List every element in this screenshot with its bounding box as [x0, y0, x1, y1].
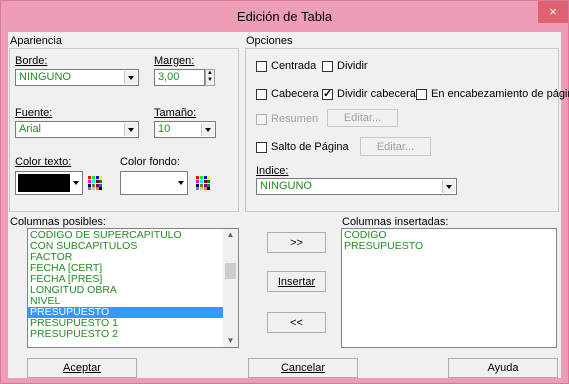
borde-value: NINGUNO [19, 71, 71, 83]
margen-label: Margen: [154, 55, 195, 67]
fuente-label: Fuente: [15, 107, 53, 119]
chevron-down-icon[interactable] [124, 71, 137, 84]
apariencia-group-label: Apariencia [10, 35, 62, 47]
dialog-client-area: Apariencia Borde: NINGUNO Margen: 3,00 ▲… [8, 32, 569, 378]
spin-down-icon[interactable]: ▼ [206, 77, 214, 84]
color-fondo-swatch [123, 174, 175, 192]
dialog-window: Edición de Tabla × Apariencia Borde: NIN… [0, 0, 569, 384]
add-all-label: >> [290, 236, 303, 249]
insertar-label: Insertar [277, 275, 316, 288]
resumen-checkbox[interactable] [256, 114, 267, 125]
centrada-checkbox[interactable] [256, 61, 267, 72]
cabecera-label: Cabecera [271, 88, 319, 100]
encabezamiento-checkbox[interactable] [416, 89, 427, 100]
columnas-insertadas-list[interactable]: CODIGO PRESUPUESTO [341, 228, 557, 348]
indice-select[interactable]: NINGUNO [256, 178, 457, 195]
columnas-posibles-label: Columnas posibles: [10, 216, 106, 228]
ayuda-label: Ayuda [487, 362, 519, 374]
scroll-up-icon[interactable]: ▲ [223, 229, 238, 241]
cancelar-button[interactable]: Cancelar [248, 358, 358, 378]
indice-label: Indice: [256, 165, 289, 177]
chevron-down-icon[interactable] [201, 123, 214, 136]
editar-resumen-label: Editar... [343, 112, 382, 124]
cabecera-checkbox[interactable] [256, 89, 267, 100]
margen-value: 3,00 [158, 71, 180, 83]
chevron-down-icon[interactable] [176, 176, 186, 190]
dividir-cabecera-checkbox[interactable] [322, 87, 333, 100]
margen-input[interactable]: 3,00 [154, 69, 205, 86]
editar-salto-button[interactable]: Editar... [360, 137, 431, 156]
editar-salto-label: Editar... [376, 140, 415, 153]
dividir-checkbox[interactable] [322, 61, 333, 72]
list-item[interactable]: PRESUPUESTO [342, 241, 556, 252]
palette-icon[interactable] [196, 176, 210, 190]
opciones-group: Centrada Dividir Cabecera Dividir cabece… [245, 48, 569, 212]
chevron-down-icon[interactable] [124, 123, 137, 136]
color-texto-label: Color texto: [15, 156, 72, 168]
tamano-value: 10 [158, 123, 171, 135]
borde-label: Borde: [15, 55, 48, 67]
columnas-posibles-list[interactable]: CODIGO DE SUPERCAPITULO CON SUBCAPITULOS F… [27, 228, 239, 348]
tamano-select[interactable]: 10 [154, 121, 216, 138]
chevron-down-icon[interactable] [71, 176, 81, 190]
dividir-cabecera-label: Dividir cabecera [337, 88, 416, 100]
aceptar-label: Aceptar [63, 362, 101, 374]
editar-resumen-button[interactable]: Editar... [327, 109, 398, 127]
remove-all-label: << [290, 316, 303, 329]
borde-select[interactable]: NINGUNO [15, 69, 139, 86]
ayuda-button[interactable]: Ayuda [448, 358, 558, 378]
color-fondo-picker[interactable] [120, 171, 188, 195]
list-item[interactable]: PRESUPUESTO 2 [28, 329, 224, 340]
resumen-label: Resumen [271, 113, 319, 125]
centrada-label: Centrada [271, 60, 317, 72]
scrollbar-thumb[interactable] [225, 263, 236, 279]
spin-up-icon[interactable]: ▲ [206, 70, 214, 77]
color-texto-picker[interactable] [15, 171, 83, 195]
fuente-select[interactable]: Arial [15, 121, 139, 138]
scrollbar[interactable]: ▲ ▼ [223, 229, 238, 347]
aceptar-button[interactable]: Aceptar [27, 358, 137, 378]
close-button[interactable]: × [538, 1, 568, 23]
encabezamiento-label: En encabezamiento de página [431, 88, 569, 100]
chevron-down-icon[interactable] [442, 180, 455, 193]
salto-pagina-label: Salto de Página [271, 141, 349, 153]
window-title: Edición de Tabla [236, 8, 333, 24]
cancelar-label: Cancelar [280, 362, 326, 374]
color-texto-swatch [18, 174, 70, 192]
scroll-down-icon[interactable]: ▼ [223, 335, 238, 347]
close-icon: × [549, 4, 557, 19]
apariencia-group: Borde: NINGUNO Margen: 3,00 ▲ ▼ Fuente: … [9, 48, 239, 212]
margen-stepper[interactable]: ▲ ▼ [205, 69, 215, 86]
salto-pagina-checkbox[interactable] [256, 142, 267, 153]
columnas-insertadas-label: Columnas insertadas: [342, 216, 449, 228]
dividir-label: Dividir [337, 60, 368, 72]
indice-value: NINGUNO [260, 180, 312, 192]
add-all-button[interactable]: >> [267, 232, 326, 253]
color-fondo-label: Color fondo: [120, 156, 180, 168]
title-bar: Edición de Tabla × [1, 1, 568, 31]
tamano-label: Tamaño: [154, 107, 197, 119]
opciones-group-label: Opciones [246, 35, 293, 47]
remove-all-button[interactable]: << [267, 312, 326, 333]
fuente-value: Arial [19, 123, 42, 135]
palette-icon[interactable] [88, 176, 102, 190]
insertar-button[interactable]: Insertar [267, 271, 326, 292]
